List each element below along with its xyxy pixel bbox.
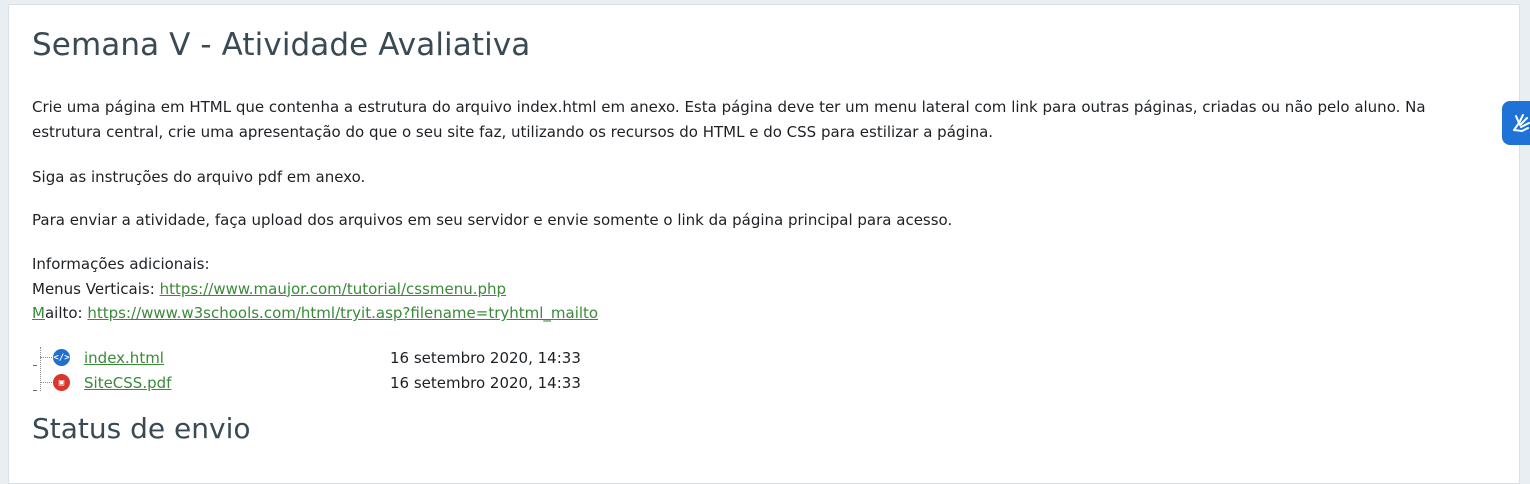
mailto-link[interactable]: https://www.w3schools.com/html/tryit.asp… [87, 304, 598, 322]
tree-collapse-marker [33, 390, 37, 391]
file-link-sitecss[interactable]: SiteCSS.pdf [84, 374, 171, 392]
description-paragraph: Crie uma página em HTML que contenha a e… [32, 98, 1426, 141]
menus-link[interactable]: https://www.maujor.com/tutorial/cssmenu.… [160, 280, 507, 298]
tree-collapse-marker [33, 365, 37, 366]
info-heading: Informações adicionais: [32, 255, 210, 273]
file-date: 16 setembro 2020, 14:33 [390, 373, 581, 392]
sign-language-icon [1513, 114, 1530, 133]
tree-branch [40, 382, 54, 383]
submission-paragraph: Para enviar a atividade, faça upload dos… [32, 211, 953, 229]
html-file-icon: </> [53, 349, 70, 366]
file-date: 16 setembro 2020, 14:33 [390, 348, 581, 367]
file-tree: </> index.html 16 setembro 2020, 14:33 ▣… [32, 345, 732, 395]
file-row: ▣ SiteCSS.pdf 16 setembro 2020, 14:33 [32, 370, 732, 395]
accessibility-button[interactable] [1502, 101, 1530, 145]
file-row: </> index.html 16 setembro 2020, 14:33 [32, 345, 732, 370]
page-title: Semana V - Atividade Avaliativa [32, 27, 531, 63]
assignment-card: Semana V - Atividade Avaliativa Crie uma… [8, 4, 1520, 484]
file-link-index[interactable]: index.html [84, 349, 164, 367]
additional-info: Informações adicionais: Menus Verticais:… [32, 252, 1487, 326]
tree-branch [40, 357, 54, 358]
submission-status-heading: Status de envio [32, 412, 251, 445]
pdf-file-icon: ▣ [53, 374, 70, 391]
mailto-m-link[interactable]: M [32, 304, 45, 322]
menus-label: Menus Verticais: [32, 279, 160, 298]
instructions-paragraph: Siga as instruções do arquivo pdf em ane… [32, 168, 366, 186]
mailto-label: ailto: [44, 304, 88, 322]
